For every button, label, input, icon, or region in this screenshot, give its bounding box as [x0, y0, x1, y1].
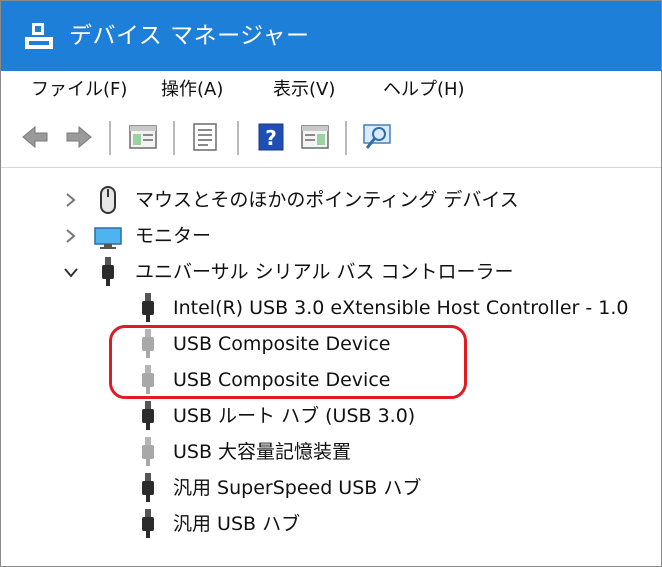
svg-text:?: ?	[265, 126, 277, 150]
usb-plug-icon	[142, 509, 154, 538]
toolbar-separator	[345, 121, 347, 155]
menu-file[interactable]: ファイル(F)	[31, 77, 127, 103]
toolbar-separator	[109, 121, 111, 155]
usb-plug-icon	[142, 401, 154, 430]
menu-help[interactable]: ヘルプ(H)	[383, 77, 465, 103]
forward-arrow-icon[interactable]	[63, 121, 95, 153]
tree-item-label: USB ルート ハブ (USB 3.0)	[173, 405, 416, 427]
usb-plug-icon	[142, 437, 154, 466]
tree-item-usb-device[interactable]: USB ルート ハブ (USB 3.0)	[1, 399, 661, 433]
tree-item-usb-device[interactable]: 汎用 USB ハブ	[1, 507, 661, 541]
monitor-icon	[94, 227, 122, 249]
tree-item-label: 汎用 SuperSpeed USB ハブ	[173, 477, 422, 499]
tree-item-label: USB 大容量記憶装置	[173, 441, 352, 463]
show-hide-console-tree-icon[interactable]	[127, 121, 159, 153]
highlight-annotation	[109, 325, 467, 399]
chevron-right-icon[interactable]	[61, 221, 81, 251]
usb-plug-icon	[142, 293, 154, 322]
tree-item-label: モニター	[135, 225, 212, 247]
properties-icon[interactable]	[189, 121, 221, 153]
action-pane-icon[interactable]	[299, 121, 331, 153]
device-manager-icon	[25, 23, 53, 49]
tree-item-mice[interactable]: マウスとそのほかのポインティング デバイス	[1, 183, 661, 217]
back-arrow-icon[interactable]	[19, 121, 51, 153]
chevron-down-icon[interactable]	[61, 257, 81, 287]
device-manager-window: デバイス マネージャー ファイル(F) 操作(A) 表示(V) ヘルプ(H) ?…	[0, 0, 662, 567]
tree-item-usb-controllers[interactable]: ユニバーサル シリアル バス コントローラー	[1, 255, 661, 289]
tree-item-usb-device[interactable]: Intel(R) USB 3.0 eXtensible Host Control…	[1, 291, 661, 325]
tree-item-usb-device[interactable]: 汎用 SuperSpeed USB ハブ	[1, 471, 661, 505]
window-title: デバイス マネージャー	[69, 23, 310, 49]
title-bar[interactable]: デバイス マネージャー	[1, 1, 661, 71]
menu-bar: ファイル(F) 操作(A) 表示(V) ヘルプ(H)	[1, 71, 661, 109]
tree-item-label: マウスとそのほかのポインティング デバイス	[135, 189, 519, 211]
toolbar-separator	[237, 121, 239, 155]
chevron-right-icon[interactable]	[61, 185, 81, 215]
tree-item-label: Intel(R) USB 3.0 eXtensible Host Control…	[173, 297, 629, 319]
tree-item-label: ユニバーサル シリアル バス コントローラー	[135, 261, 514, 283]
menu-action[interactable]: 操作(A)	[161, 77, 223, 103]
tree-item-usb-device[interactable]: USB 大容量記憶装置	[1, 435, 661, 469]
help-icon[interactable]: ?	[255, 121, 287, 153]
scan-hardware-icon[interactable]	[361, 121, 393, 153]
tree-item-label: 汎用 USB ハブ	[173, 513, 301, 535]
toolbar: ?	[1, 109, 661, 168]
tree-item-monitors[interactable]: モニター	[1, 219, 661, 253]
usb-plug-icon	[102, 257, 114, 286]
toolbar-separator	[173, 121, 175, 155]
mouse-icon	[100, 186, 116, 214]
usb-plug-icon	[142, 473, 154, 502]
menu-view[interactable]: 表示(V)	[273, 77, 335, 103]
